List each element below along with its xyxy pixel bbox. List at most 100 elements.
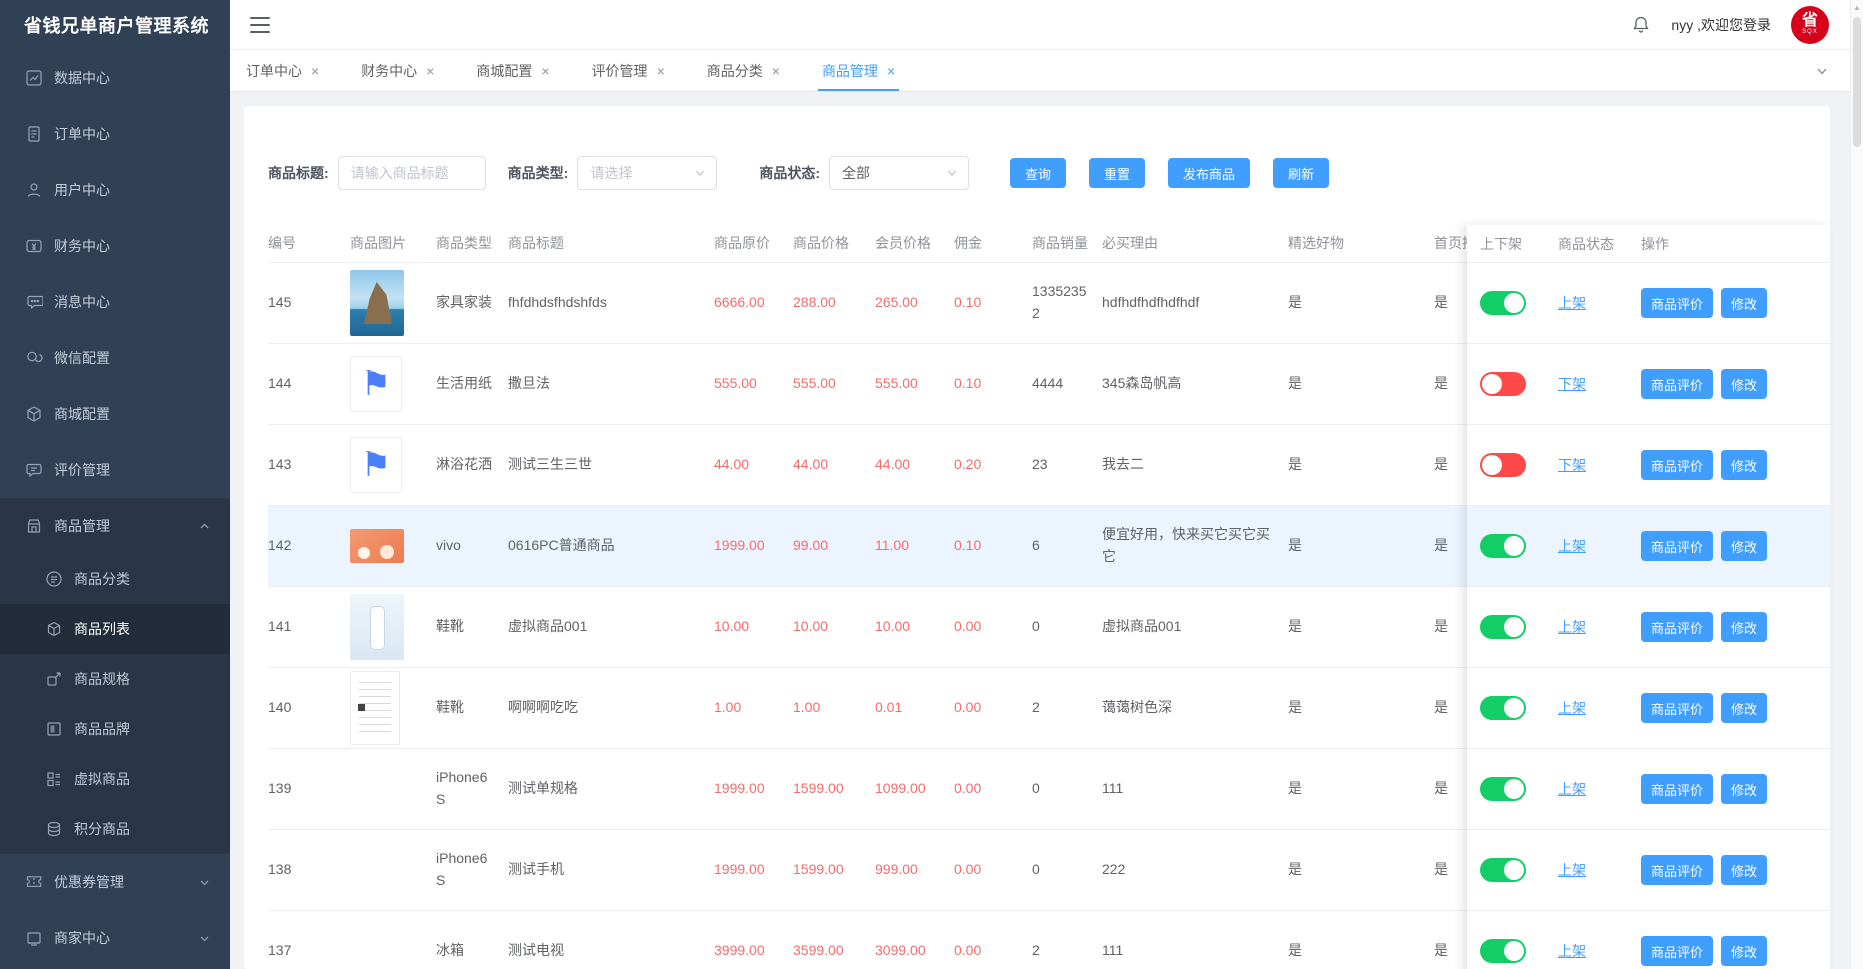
sidebar-item-virtual-product[interactable]: 虚拟商品	[0, 754, 230, 804]
review-product-button[interactable]: 商品评价	[1641, 774, 1713, 804]
sidebar-item-product-list[interactable]: 商品列表	[0, 604, 230, 654]
sidebar-item-mall-config[interactable]: 商城配置	[0, 386, 230, 442]
sidebar-item-wechat-config[interactable]: 微信配置	[0, 330, 230, 386]
tab-product-manage[interactable]: 商品管理×	[822, 50, 895, 91]
onsale-toggle[interactable]	[1480, 615, 1526, 639]
status-filter-select[interactable]: 全部	[829, 156, 969, 190]
edit-product-button[interactable]: 修改	[1721, 369, 1767, 399]
tab-close-icon[interactable]: ×	[311, 64, 319, 78]
status-link[interactable]: 上架	[1558, 538, 1586, 554]
notification-bell-icon[interactable]	[1631, 15, 1651, 35]
cell-title: 测试单规格	[508, 778, 714, 800]
onsale-toggle[interactable]	[1480, 939, 1526, 963]
edit-product-button[interactable]: 修改	[1721, 693, 1767, 723]
cell-title: 测试电视	[508, 940, 714, 962]
tab-mall-config[interactable]: 商城配置×	[476, 50, 549, 91]
actions-cell: 商品评价修改	[1641, 450, 1830, 480]
toggle-cell	[1467, 372, 1558, 396]
status-cell: 上架	[1558, 779, 1641, 799]
status-link[interactable]: 上架	[1558, 700, 1586, 716]
onsale-toggle[interactable]	[1480, 534, 1526, 558]
sidebar-item-data-center[interactable]: 数据中心	[0, 50, 230, 106]
review-product-button[interactable]: 商品评价	[1641, 450, 1713, 480]
review-product-button[interactable]: 商品评价	[1641, 288, 1713, 318]
tab-review-manage[interactable]: 评价管理×	[592, 50, 665, 91]
toggle-cell	[1467, 939, 1558, 963]
sidebar-item-user-center[interactable]: 用户中心	[0, 162, 230, 218]
sidebar-item-message-center[interactable]: 消息中心	[0, 274, 230, 330]
onsale-toggle[interactable]	[1480, 777, 1526, 801]
cell-sales: 4444	[1032, 373, 1102, 395]
tab-order-center[interactable]: 订单中心×	[246, 50, 319, 91]
status-filter-label: 商品状态:	[759, 163, 820, 183]
status-link[interactable]: 下架	[1558, 376, 1586, 392]
review-product-button[interactable]: 商品评价	[1641, 531, 1713, 561]
review-product-button[interactable]: 商品评价	[1641, 369, 1713, 399]
column-header-status: 商品状态	[1558, 234, 1641, 254]
sidebar-item-coupon-manage[interactable]: 优惠券管理	[0, 854, 230, 910]
edit-product-button[interactable]: 修改	[1721, 855, 1767, 885]
review-product-button[interactable]: 商品评价	[1641, 936, 1713, 966]
chevron-down-icon	[199, 877, 210, 888]
app-logo-title: 省钱兄单商户管理系统	[0, 0, 230, 50]
title-filter-input[interactable]	[338, 156, 486, 190]
sidebar-item-review-manage[interactable]: 评价管理	[0, 442, 230, 498]
onsale-toggle[interactable]	[1480, 453, 1526, 477]
sidebar-item-points-product[interactable]: 积分商品	[0, 804, 230, 854]
tab-overflow-chevron-down-icon[interactable]	[1815, 50, 1829, 91]
sidebar-item-product-spec[interactable]: 商品规格	[0, 654, 230, 704]
search-button[interactable]: 查询	[1010, 158, 1066, 188]
review-product-button[interactable]: 商品评价	[1641, 612, 1713, 642]
review-product-button[interactable]: 商品评价	[1641, 855, 1713, 885]
edit-product-button[interactable]: 修改	[1721, 936, 1767, 966]
sidebar-item-product-brand[interactable]: 商品品牌	[0, 704, 230, 754]
cell-featured: 是	[1288, 535, 1434, 557]
review-product-button[interactable]: 商品评价	[1641, 693, 1713, 723]
cell-id: 141	[268, 616, 350, 638]
actions-cell: 商品评价修改	[1641, 369, 1830, 399]
cell-price: 10.00	[793, 616, 875, 638]
sidebar-item-label: 商品分类	[74, 569, 130, 589]
edit-product-button[interactable]: 修改	[1721, 288, 1767, 318]
status-link[interactable]: 上架	[1558, 619, 1586, 635]
onsale-toggle[interactable]	[1480, 372, 1526, 396]
tab-close-icon[interactable]: ×	[426, 64, 434, 78]
tab-finance-center[interactable]: 财务中心×	[361, 50, 434, 91]
cell-title: fhfdhdsfhdshfds	[508, 292, 714, 314]
tab-close-icon[interactable]: ×	[772, 64, 780, 78]
status-link[interactable]: 上架	[1558, 781, 1586, 797]
onsale-toggle[interactable]	[1480, 291, 1526, 315]
edit-product-button[interactable]: 修改	[1721, 612, 1767, 642]
cube-icon	[45, 620, 63, 638]
sidebar-item-merchant-center[interactable]: 商家中心	[0, 910, 230, 966]
onsale-toggle[interactable]	[1480, 858, 1526, 882]
avatar[interactable]: 省 SQX	[1791, 6, 1829, 44]
page-scrollbar[interactable]: ▲	[1850, 0, 1863, 969]
scrollbar-thumb[interactable]	[1853, 17, 1861, 147]
tab-close-icon[interactable]: ×	[657, 64, 665, 78]
edit-product-button[interactable]: 修改	[1721, 774, 1767, 804]
edit-product-button[interactable]: 修改	[1721, 450, 1767, 480]
sidebar-item-label: 财务中心	[54, 236, 110, 256]
status-link[interactable]: 上架	[1558, 295, 1586, 311]
sidebar-item-product-category[interactable]: 商品分类	[0, 554, 230, 604]
status-link[interactable]: 上架	[1558, 943, 1586, 959]
status-link[interactable]: 下架	[1558, 457, 1586, 473]
hamburger-menu-icon[interactable]	[250, 17, 270, 33]
type-filter-select[interactable]: 请选择	[577, 156, 717, 190]
tab-close-icon[interactable]: ×	[541, 64, 549, 78]
refresh-button[interactable]: 刷新	[1273, 158, 1329, 188]
cell-member-price: 999.00	[875, 859, 954, 881]
tab-product-category[interactable]: 商品分类×	[707, 50, 780, 91]
sidebar-item-order-center[interactable]: 订单中心	[0, 106, 230, 162]
status-link[interactable]: 上架	[1558, 862, 1586, 878]
sidebar-item-product-manage[interactable]: 商品管理	[0, 498, 230, 554]
reset-button[interactable]: 重置	[1089, 158, 1145, 188]
tabs: 订单中心× 财务中心× 商城配置× 评价管理× 商品分类× 商品管理×	[246, 50, 937, 91]
onsale-toggle[interactable]	[1480, 696, 1526, 720]
publish-product-button[interactable]: 发布商品	[1168, 158, 1250, 188]
sidebar-item-finance-center[interactable]: 财务中心	[0, 218, 230, 274]
tab-close-icon[interactable]: ×	[887, 64, 895, 78]
scrollbar-up-arrow-icon[interactable]: ▲	[1851, 0, 1863, 15]
edit-product-button[interactable]: 修改	[1721, 531, 1767, 561]
